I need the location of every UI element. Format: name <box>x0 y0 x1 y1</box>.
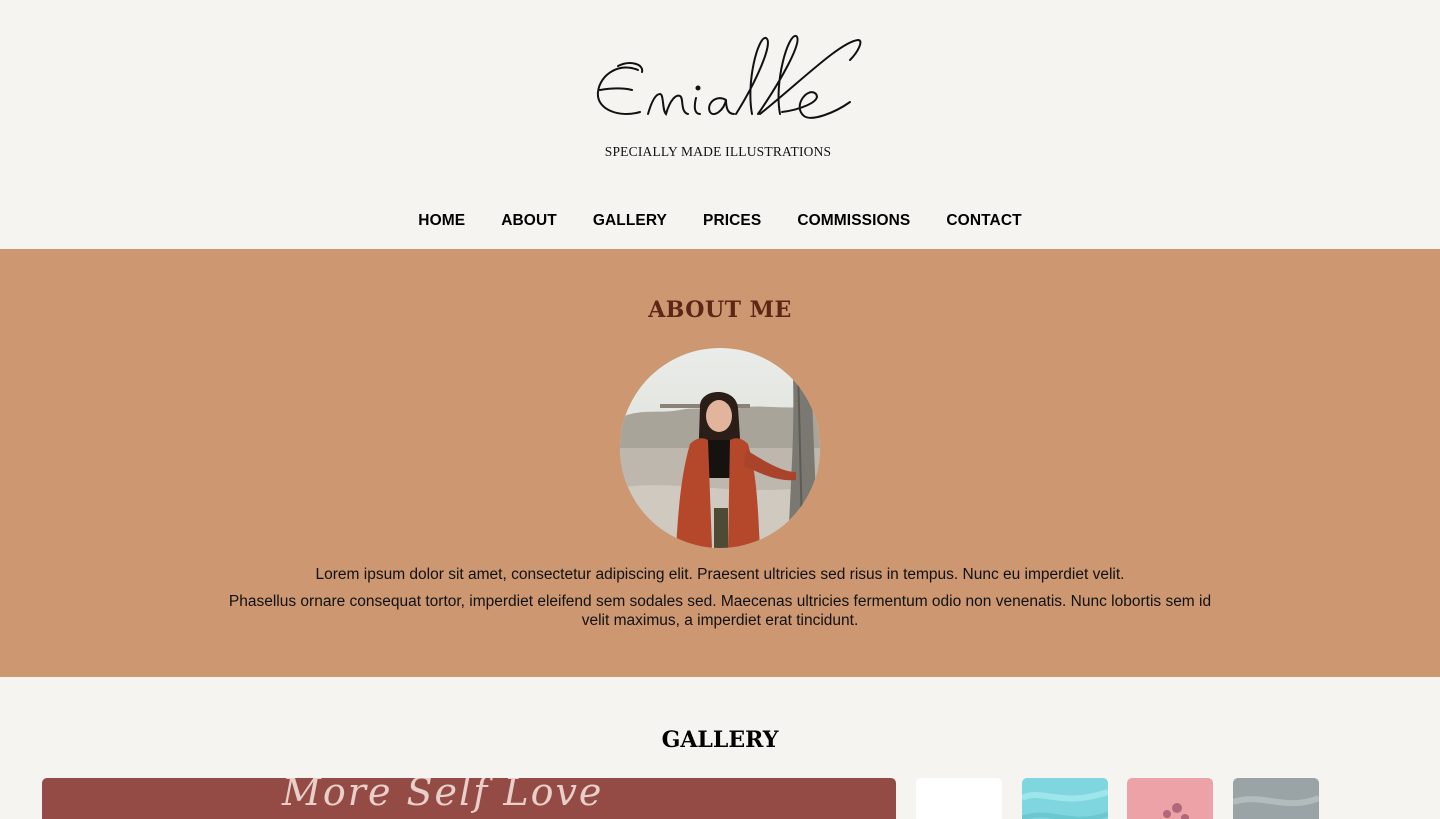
nav-prices-link[interactable]: PRICES <box>703 209 761 233</box>
gallery-featured-image[interactable]: More Self Love <box>42 778 896 819</box>
site-header: SPECIALLY MADE ILLUSTRATIONS HOME ABOUT … <box>0 0 1440 249</box>
about-paragraph-1: Lorem ipsum dolor sit amet, consectetur … <box>315 566 1125 583</box>
gallery-thumbnail-4[interactable] <box>1233 778 1319 819</box>
nav-about-link[interactable]: ABOUT <box>501 209 557 233</box>
gallery-thumbnail-3[interactable] <box>1127 778 1213 819</box>
nav-contact-link[interactable]: CONTACT <box>946 209 1021 233</box>
logo-script-icon <box>596 35 862 119</box>
paint-texture-icon <box>1233 795 1319 807</box>
paint-texture-icon <box>1022 789 1108 819</box>
gallery-thumbnail-2[interactable] <box>1022 778 1108 819</box>
about-text: Lorem ipsum dolor sit amet, consectetur … <box>220 565 1220 638</box>
nav-home-link[interactable]: HOME <box>418 209 465 233</box>
logo[interactable]: SPECIALLY MADE ILLUSTRATIONS <box>560 22 880 167</box>
about-heading: ABOUT ME <box>648 297 792 323</box>
floral-pattern-icon <box>1163 803 1189 819</box>
about-section: ABOUT ME Lorem ipsum dolor sit amet, con… <box>0 249 1440 677</box>
nav-gallery-link[interactable]: GALLERY <box>593 209 667 233</box>
nav-commissions-link[interactable]: COMMISSIONS <box>797 209 910 233</box>
brand-tagline: SPECIALLY MADE ILLUSTRATIONS <box>604 144 832 159</box>
featured-image-caption: More Self Love <box>282 778 604 814</box>
main-nav: HOME ABOUT GALLERY PRICES COMMISSIONS CO… <box>0 209 1440 233</box>
portrait-image-icon <box>620 348 820 548</box>
gallery-heading: GALLERY <box>661 727 779 753</box>
about-paragraph-2: Phasellus ornare consequat tortor, imper… <box>228 593 1212 629</box>
profile-photo <box>620 348 820 548</box>
gallery-thumbnail-1[interactable] <box>916 778 1002 819</box>
